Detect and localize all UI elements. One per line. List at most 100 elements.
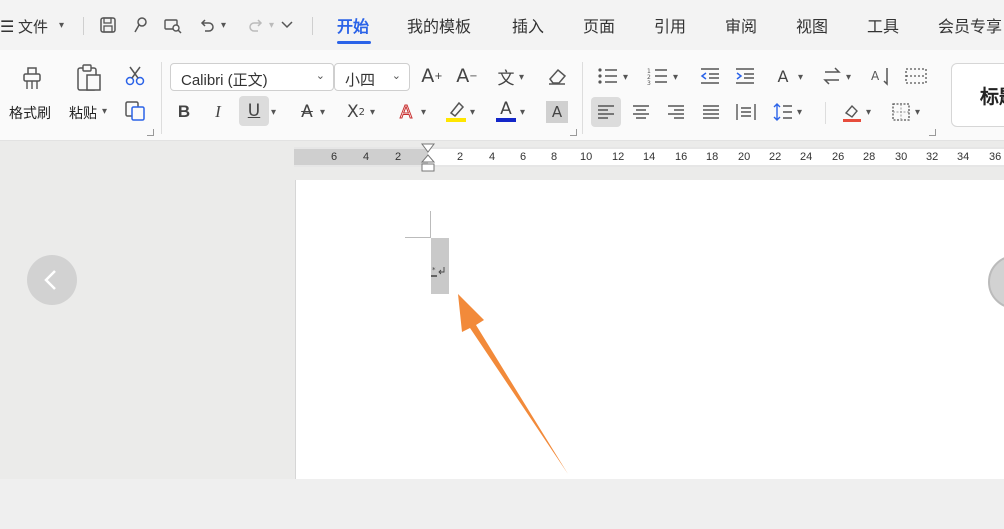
borders-icon[interactable] — [889, 100, 913, 124]
justify-icon[interactable] — [699, 100, 723, 124]
ruler-tick: 6 — [520, 151, 527, 163]
ruler-tick: 28 — [863, 151, 876, 163]
sort-icon[interactable]: A — [869, 64, 893, 88]
chevron-down-icon[interactable]: ▾ — [846, 72, 851, 83]
clipboard-dialog-launcher[interactable] — [147, 129, 154, 136]
svg-text:*: * — [432, 266, 436, 274]
bullet-list-icon[interactable] — [596, 64, 620, 88]
paragraph-shading-icon[interactable] — [840, 99, 864, 125]
chevron-down-icon[interactable]: ▾ — [470, 107, 475, 118]
tab-references[interactable]: 引用 — [654, 0, 686, 50]
chevron-down-icon[interactable]: ▾ — [269, 20, 274, 31]
chevron-down-icon[interactable]: ▾ — [320, 107, 325, 118]
save-icon[interactable] — [97, 14, 119, 36]
superscript-icon[interactable]: X2 — [345, 100, 367, 124]
horizontal-ruler[interactable]: 6 4 2 2 4 6 8 10 12 14 16 18 20 22 24 26… — [294, 143, 1004, 172]
chevron-down-icon[interactable]: ▾ — [797, 107, 802, 118]
tab-view[interactable]: 视图 — [796, 0, 828, 50]
chevron-down-icon[interactable]: ▾ — [421, 107, 426, 118]
separator — [825, 102, 826, 124]
font-name-select[interactable]: Calibri (正文) ⌄ — [170, 63, 334, 91]
character-shading-icon[interactable]: A — [546, 101, 568, 123]
chevron-down-icon[interactable]: ▾ — [623, 72, 628, 83]
chevron-down-icon: ⌄ — [391, 69, 401, 82]
separator — [312, 17, 313, 35]
svg-text:A: A — [871, 69, 880, 83]
numbered-list-icon[interactable]: 123 — [646, 64, 670, 88]
redo-icon[interactable] — [245, 14, 267, 36]
clear-format-icon[interactable] — [545, 64, 569, 88]
decrease-indent-icon[interactable] — [698, 64, 722, 88]
ribbon-toolbar: 格式刷 粘贴 ▾ Calibri (正文) ⌄ 小四 ⌄ A + A − 文 ▾ B… — [0, 50, 1004, 141]
increase-indent-icon[interactable] — [733, 64, 757, 88]
tab-member[interactable]: 会员专享 — [938, 0, 1002, 50]
align-center-icon[interactable] — [629, 100, 653, 124]
ruler-tick: 22 — [769, 151, 782, 163]
underline-icon[interactable]: U — [239, 96, 269, 126]
tab-tools[interactable]: 工具 — [867, 0, 899, 50]
bold-icon[interactable]: B — [173, 100, 195, 124]
line-spacing-icon[interactable] — [771, 100, 795, 124]
bottom-bar — [0, 479, 1004, 529]
print-preview-icon[interactable] — [162, 14, 184, 36]
highlight-icon[interactable] — [444, 98, 468, 124]
chevron-down-icon[interactable]: ▾ — [102, 106, 107, 117]
copy-icon[interactable] — [123, 99, 147, 123]
chevron-down-icon[interactable]: ▾ — [271, 107, 276, 118]
cut-icon[interactable] — [123, 64, 147, 88]
chevron-down-icon[interactable]: ▾ — [59, 20, 64, 31]
font-size-value: 小四 — [345, 72, 376, 89]
chevron-left-icon — [44, 270, 56, 290]
style-gallery[interactable]: 标题 — [951, 63, 1004, 127]
distributed-align-icon[interactable] — [734, 100, 758, 124]
font-size-select[interactable]: 小四 ⌄ — [334, 63, 410, 91]
tab-review[interactable]: 审阅 — [725, 0, 757, 50]
align-left-icon[interactable] — [591, 97, 621, 127]
margin-mark — [405, 237, 431, 238]
ruler-tick: 24 — [800, 151, 813, 163]
paste-icon[interactable] — [74, 62, 104, 94]
more-chevron-icon[interactable] — [276, 14, 298, 36]
file-menu[interactable]: 文件 — [18, 0, 48, 50]
decrease-font-size-icon[interactable]: A − — [455, 64, 479, 88]
paste-label[interactable]: 粘贴 — [69, 103, 97, 123]
tab-page[interactable]: 页面 — [583, 0, 615, 50]
active-tab-indicator — [337, 41, 371, 44]
indent-marker-icon[interactable] — [420, 143, 436, 175]
undo-icon[interactable] — [196, 14, 218, 36]
paragraph-dialog-launcher[interactable] — [929, 129, 936, 136]
export-pdf-icon[interactable] — [130, 14, 152, 36]
chevron-down-icon[interactable]: ▾ — [866, 107, 871, 118]
align-right-icon[interactable] — [664, 100, 688, 124]
format-painter-icon[interactable] — [18, 63, 46, 93]
tab-insert[interactable]: 插入 — [512, 0, 544, 50]
tab-my-templates[interactable]: 我的模板 — [407, 0, 471, 50]
font-name-value: Calibri (正文) — [181, 72, 268, 89]
ruler-tick: 32 — [926, 151, 939, 163]
chevron-down-icon[interactable]: ▾ — [520, 107, 525, 118]
chevron-down-icon[interactable]: ▾ — [915, 107, 920, 118]
font-color-icon[interactable]: A — [494, 98, 518, 124]
style-heading-preview[interactable]: 标题 — [980, 82, 1004, 109]
chevron-down-icon[interactable]: ▾ — [519, 72, 524, 83]
chevron-down-icon[interactable]: ▾ — [798, 72, 803, 83]
format-painter-label[interactable]: 格式刷 — [9, 103, 51, 123]
document-page[interactable]: * — [295, 180, 1004, 479]
italic-icon[interactable]: I — [207, 100, 229, 124]
font-dialog-launcher[interactable] — [570, 129, 577, 136]
ruler-tick: 12 — [612, 151, 625, 163]
text-direction-icon[interactable]: A — [771, 64, 795, 88]
phonetic-guide-icon[interactable]: 文 — [494, 64, 518, 89]
increase-font-size-icon[interactable]: A + — [420, 64, 444, 88]
sort-direction-icon[interactable] — [820, 64, 844, 88]
text-effect-icon[interactable]: A — [395, 100, 417, 124]
strikethrough-icon[interactable]: A — [296, 100, 318, 124]
ruler-tick: 2 — [457, 151, 464, 163]
show-grid-icon[interactable] — [904, 64, 928, 88]
previous-page-button[interactable] — [27, 255, 77, 305]
chevron-down-icon: ⌄ — [315, 69, 325, 82]
chevron-down-icon[interactable]: ▾ — [673, 72, 678, 83]
chevron-down-icon[interactable]: ▾ — [221, 20, 226, 31]
hamburger-icon[interactable]: ☰ — [0, 0, 14, 50]
chevron-down-icon[interactable]: ▾ — [370, 107, 375, 118]
